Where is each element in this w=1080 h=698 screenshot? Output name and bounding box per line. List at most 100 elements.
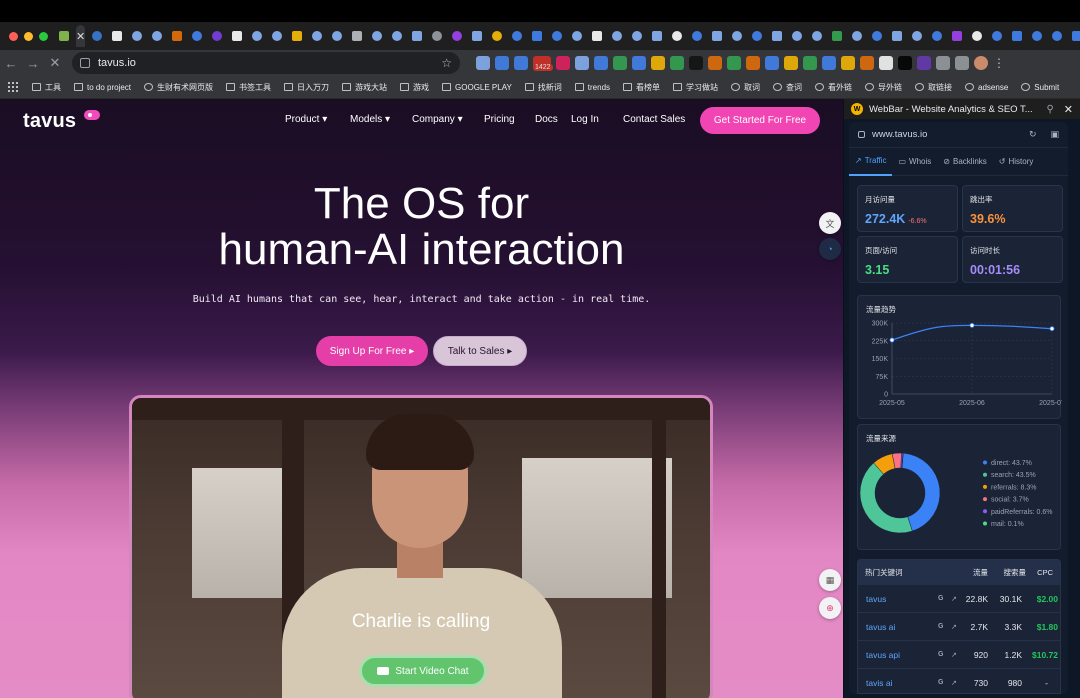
bookmark-item[interactable]: trends (574, 83, 610, 92)
tab-favicon[interactable] (409, 28, 425, 44)
extension-icon[interactable] (879, 56, 893, 70)
bookmark-item[interactable]: 取链接 (915, 82, 952, 93)
tab-favicon[interactable] (949, 28, 965, 44)
tab-favicon[interactable] (549, 28, 565, 44)
nav-product[interactable]: Product ▾ (285, 114, 327, 125)
extension-icon[interactable] (556, 56, 570, 70)
tab-favicon[interactable] (1009, 28, 1025, 44)
browser-menu-icon[interactable]: ⋮ (993, 56, 1005, 70)
tab-favicon[interactable] (289, 28, 305, 44)
tab-favicon[interactable] (969, 28, 985, 44)
sign-up-button[interactable]: Sign Up For Free ▸ (316, 336, 428, 366)
bookmark-item[interactable]: 书签工具 (226, 82, 271, 93)
close-panel-icon[interactable]: ✕ (1064, 103, 1073, 116)
apps-grid-icon[interactable] (8, 82, 18, 92)
bookmark-item[interactable]: 取词 (731, 82, 760, 93)
tab-favicon[interactable] (249, 28, 265, 44)
extension-icon[interactable] (860, 56, 874, 70)
tab-history[interactable]: ↺ History (993, 148, 1040, 176)
translate-float-icon[interactable]: ⊕ (819, 597, 841, 619)
extension-icon[interactable] (689, 56, 703, 70)
table-row[interactable]: tavis ai G 730 980 - ↗ (858, 669, 1060, 693)
keyword-link[interactable]: tavus (866, 594, 886, 604)
tab-favicon[interactable] (609, 28, 625, 44)
trend-icon[interactable]: ↗ (951, 651, 957, 659)
bookmark-item[interactable]: GOOGLE PLAY (442, 83, 512, 92)
tab-whois[interactable]: ▭ Whois (892, 148, 937, 176)
tab-favicon[interactable] (749, 28, 765, 44)
extension-icon[interactable] (898, 56, 912, 70)
tab-favicon[interactable] (629, 28, 645, 44)
tab-favicon[interactable] (849, 28, 865, 44)
extension-icon[interactable] (784, 56, 798, 70)
bookmark-item[interactable]: 日入万刀 (284, 82, 329, 93)
maximize-window-button[interactable] (39, 31, 48, 41)
extension-icon[interactable] (613, 56, 627, 70)
tab-favicon[interactable] (589, 28, 605, 44)
tab-favicon[interactable] (989, 28, 1005, 44)
extension-icon[interactable] (955, 56, 969, 70)
tab-favicon[interactable] (489, 28, 505, 44)
extension-icon[interactable] (708, 56, 722, 70)
tab-favicon[interactable] (669, 28, 685, 44)
bookmark-item[interactable]: adsense (965, 83, 1008, 92)
extension-icon[interactable] (594, 56, 608, 70)
tab-favicon[interactable] (1029, 28, 1045, 44)
extension-icon[interactable] (575, 56, 589, 70)
table-row[interactable]: tavus api G 920 1.2K $10.72 ↗ (858, 641, 1060, 669)
tab-favicon[interactable] (429, 28, 445, 44)
bookmark-item[interactable]: to do project (74, 83, 131, 92)
pin-icon[interactable]: ⚲ (1046, 104, 1053, 115)
tavus-logo[interactable]: tavus (23, 110, 76, 133)
tab-favicon[interactable] (349, 28, 365, 44)
bookmark-item[interactable]: 游戏 (400, 82, 429, 93)
extension-icon[interactable] (765, 56, 779, 70)
address-bar[interactable]: tavus.io ☆ (72, 52, 460, 74)
minimize-window-button[interactable] (24, 31, 33, 41)
bookmark-item[interactable]: 游戏大站 (342, 82, 387, 93)
profile-avatar[interactable] (974, 56, 988, 70)
tab-favicon[interactable] (809, 28, 825, 44)
trend-icon[interactable]: ↗ (951, 595, 957, 603)
tab-favicon[interactable] (149, 28, 165, 44)
trend-icon[interactable]: ↗ (951, 679, 957, 687)
bookmark-item[interactable]: 工具 (32, 82, 61, 93)
bookmark-item[interactable]: 导外链 (865, 82, 902, 93)
tab-favicon[interactable] (729, 28, 745, 44)
tab-favicon[interactable] (889, 28, 905, 44)
tab-favicon[interactable] (329, 28, 345, 44)
tab-favicon[interactable] (169, 28, 185, 44)
tab-favicon[interactable] (1049, 28, 1065, 44)
trend-icon[interactable]: ↗ (951, 623, 957, 631)
tab-favicon[interactable] (269, 28, 285, 44)
bookmark-item[interactable]: Submit (1021, 83, 1059, 92)
translate-icon[interactable]: 文 (819, 212, 841, 234)
tab-backlinks[interactable]: ⊘ Backlinks (937, 148, 993, 176)
tab-favicon[interactable] (189, 28, 205, 44)
extension-icon[interactable] (822, 56, 836, 70)
tab-favicon[interactable] (369, 28, 385, 44)
extension-icon[interactable] (632, 56, 646, 70)
extension-icon[interactable] (746, 56, 760, 70)
video-call-preview[interactable]: Charlie is calling Start Video Chat (129, 395, 713, 698)
webbar-float-icon[interactable]: ◔ (819, 238, 841, 260)
keyword-link[interactable]: tavis ai (866, 678, 892, 688)
tab-favicon[interactable] (829, 28, 845, 44)
tab-favicon[interactable] (709, 28, 725, 44)
tab-favicon[interactable] (209, 28, 225, 44)
nav-contact-sales[interactable]: Contact Sales (623, 114, 685, 125)
nav-pricing[interactable]: Pricing (484, 114, 515, 125)
nav-company[interactable]: Company ▾ (412, 114, 463, 125)
tab-favicon[interactable] (89, 28, 105, 44)
table-row[interactable]: tavus G 22.8K 30.1K $2.00 ↗ (858, 585, 1060, 613)
bookmark-item[interactable]: 查词 (773, 82, 802, 93)
start-video-chat-button[interactable]: Start Video Chat (359, 655, 487, 687)
tab-favicon[interactable] (649, 28, 665, 44)
bookmark-item[interactable]: 学习做站 (673, 82, 718, 93)
close-window-button[interactable] (9, 31, 18, 41)
tab-favicon[interactable] (929, 28, 945, 44)
save-icon[interactable]: ▣ (1050, 129, 1059, 140)
extension-icon[interactable] (495, 56, 509, 70)
tab-favicon[interactable] (129, 28, 145, 44)
tab-favicon[interactable] (449, 28, 465, 44)
